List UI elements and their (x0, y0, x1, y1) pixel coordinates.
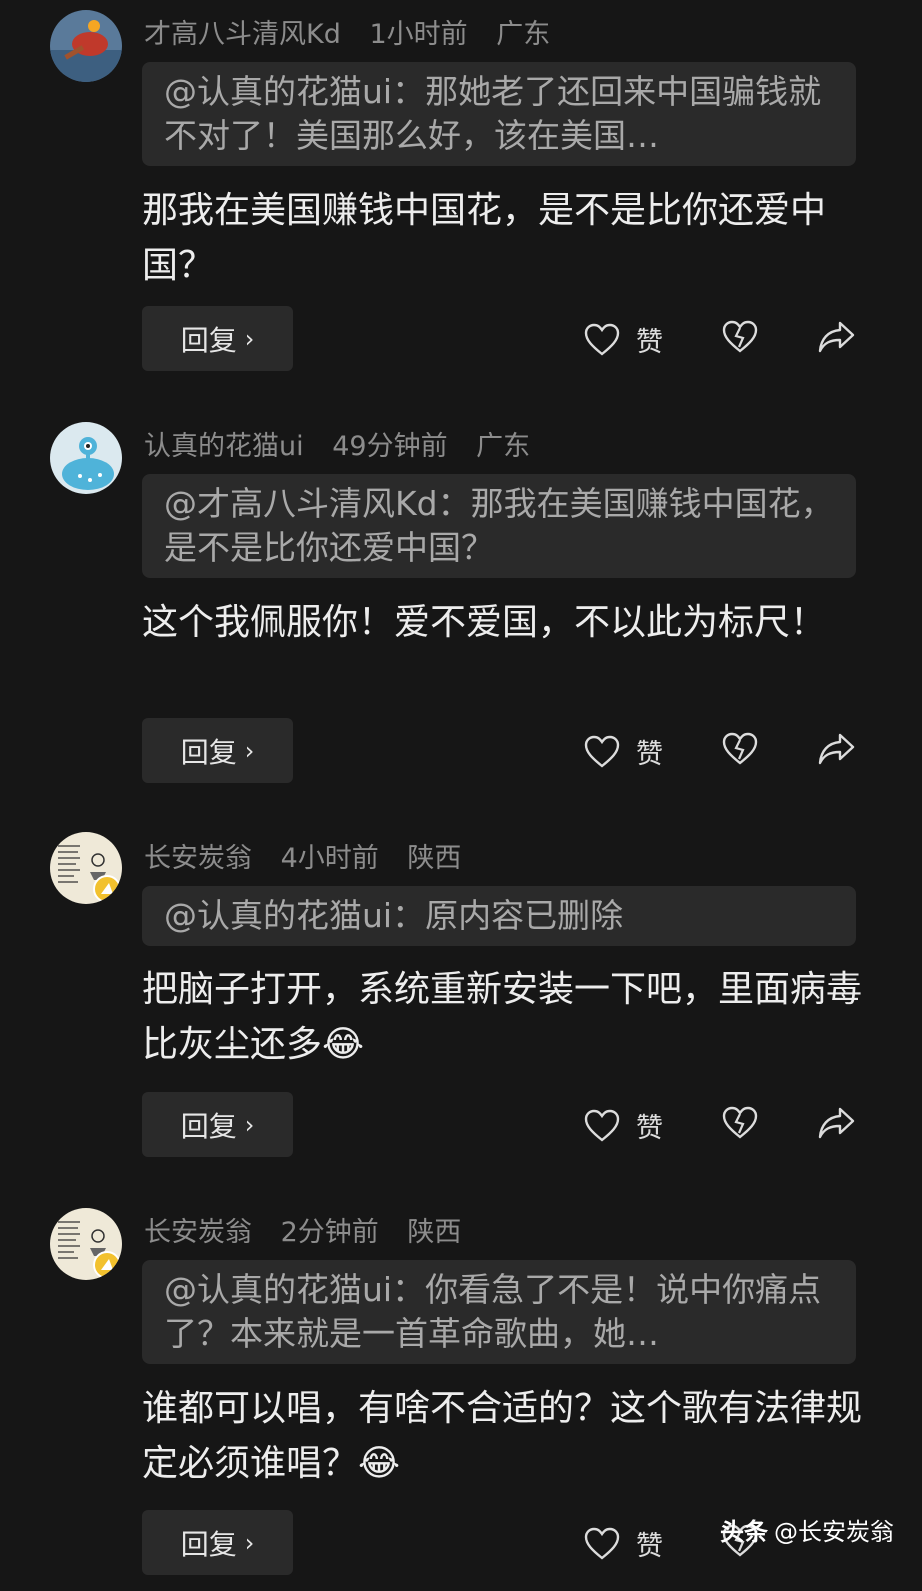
broken-heart-icon (722, 732, 758, 765)
watermark-handle: @长安炭翁 (774, 1518, 894, 1546)
share-icon (818, 1107, 855, 1139)
comment-actions: 赞 (584, 306, 874, 371)
quoted-reply[interactable]: @才高八斗清风Kd：那我在美国赚钱中国花，是不是比你还爱中国？ (142, 474, 856, 578)
comment-text: 那我在美国赚钱中国花，是不是比你还爱中国？ (142, 190, 827, 286)
chevron-right-icon: › (244, 324, 255, 353)
share-button[interactable] (818, 1106, 856, 1140)
share-button[interactable] (818, 320, 856, 354)
like-button[interactable]: 赞 (584, 732, 663, 771)
dislike-button[interactable] (722, 1106, 758, 1140)
username[interactable]: 长安炭翁 (144, 843, 252, 874)
user-avatar[interactable] (50, 1208, 122, 1280)
reply-label: 回复 (180, 323, 237, 357)
watermark-brand: 头条 (720, 1518, 768, 1546)
comment-text: 这个我佩服你！爱不爱国，不以此为标尺！ (142, 602, 827, 643)
dislike-button[interactable] (722, 732, 758, 766)
ping-pong-paddle-avatar-icon (50, 10, 122, 82)
location: 陕西 (407, 1217, 462, 1248)
comment-actions: 赞 (584, 718, 874, 783)
like-button[interactable]: 赞 (584, 1524, 663, 1563)
heart-icon (584, 1527, 620, 1560)
verified-badge-icon (93, 875, 121, 903)
share-icon (818, 733, 855, 765)
timestamp: 4小时前 (280, 843, 379, 874)
location: 广东 (496, 19, 551, 50)
user-avatar[interactable] (50, 10, 122, 82)
like-button[interactable]: 赞 (584, 320, 663, 359)
like-label: 赞 (636, 739, 663, 770)
reply-label: 回复 (180, 1109, 237, 1143)
verified-badge-icon (93, 1251, 121, 1279)
quoted-reply[interactable]: @认真的花猫ui：你看急了不是！说中你痛点了？本来就是一首革命歌曲，她… (142, 1260, 856, 1364)
watermark: 头条 @长安炭翁 (720, 1512, 894, 1547)
comment-meta: 认真的花猫ui 49分钟前 广东 (144, 424, 550, 463)
comment-meta: 长安炭翁 2分钟前 陕西 (144, 1210, 481, 1249)
location: 广东 (476, 431, 531, 462)
like-button[interactable]: 赞 (584, 1106, 663, 1145)
reply-button[interactable]: 回复 › (142, 1510, 293, 1575)
quoted-reply[interactable]: @认真的花猫ui：那她老了还回来中国骗钱就不对了！美国那么好，该在美国… (142, 62, 856, 166)
blue-creature-avatar-icon (50, 422, 122, 494)
quoted-reply[interactable]: @认真的花猫ui：原内容已删除 (142, 886, 856, 946)
username[interactable]: 才高八斗清风Kd (144, 19, 341, 50)
username[interactable]: 认真的花猫ui (144, 431, 304, 462)
comment-meta: 长安炭翁 4小时前 陕西 (144, 836, 481, 875)
like-label: 赞 (636, 327, 663, 358)
heart-icon (584, 735, 620, 768)
reply-button[interactable]: 回复 › (142, 718, 293, 783)
user-avatar[interactable] (50, 422, 122, 494)
comment-text: 把脑子打开，系统重新安装一下吧，里面病毒比灰尘还多😂 (142, 969, 863, 1065)
location: 陕西 (407, 843, 462, 874)
like-label: 赞 (636, 1113, 663, 1144)
timestamp: 1小时前 (369, 19, 468, 50)
chevron-right-icon: › (244, 1528, 255, 1557)
chevron-right-icon: › (244, 1110, 255, 1139)
heart-icon (584, 323, 620, 356)
share-icon (818, 321, 855, 353)
comment-meta: 才高八斗清风Kd 1小时前 广东 (144, 12, 570, 51)
reply-button[interactable]: 回复 › (142, 1092, 293, 1157)
reply-label: 回复 (180, 735, 237, 769)
timestamp: 49分钟前 (332, 431, 448, 462)
share-button[interactable] (818, 732, 856, 766)
heart-icon (584, 1109, 620, 1142)
like-label: 赞 (636, 1531, 663, 1562)
dislike-button[interactable] (722, 320, 758, 354)
comment-text: 谁都可以唱，有啥不合适的？这个歌有法律规定必须谁唱？😂 (142, 1388, 863, 1484)
username[interactable]: 长安炭翁 (144, 1217, 252, 1248)
user-avatar[interactable] (50, 832, 122, 904)
comment-actions: 赞 (584, 1092, 874, 1157)
reply-label: 回复 (180, 1527, 237, 1561)
broken-heart-icon (722, 320, 758, 353)
reply-button[interactable]: 回复 › (142, 306, 293, 371)
timestamp: 2分钟前 (280, 1217, 379, 1248)
chevron-right-icon: › (244, 736, 255, 765)
broken-heart-icon (722, 1106, 758, 1139)
